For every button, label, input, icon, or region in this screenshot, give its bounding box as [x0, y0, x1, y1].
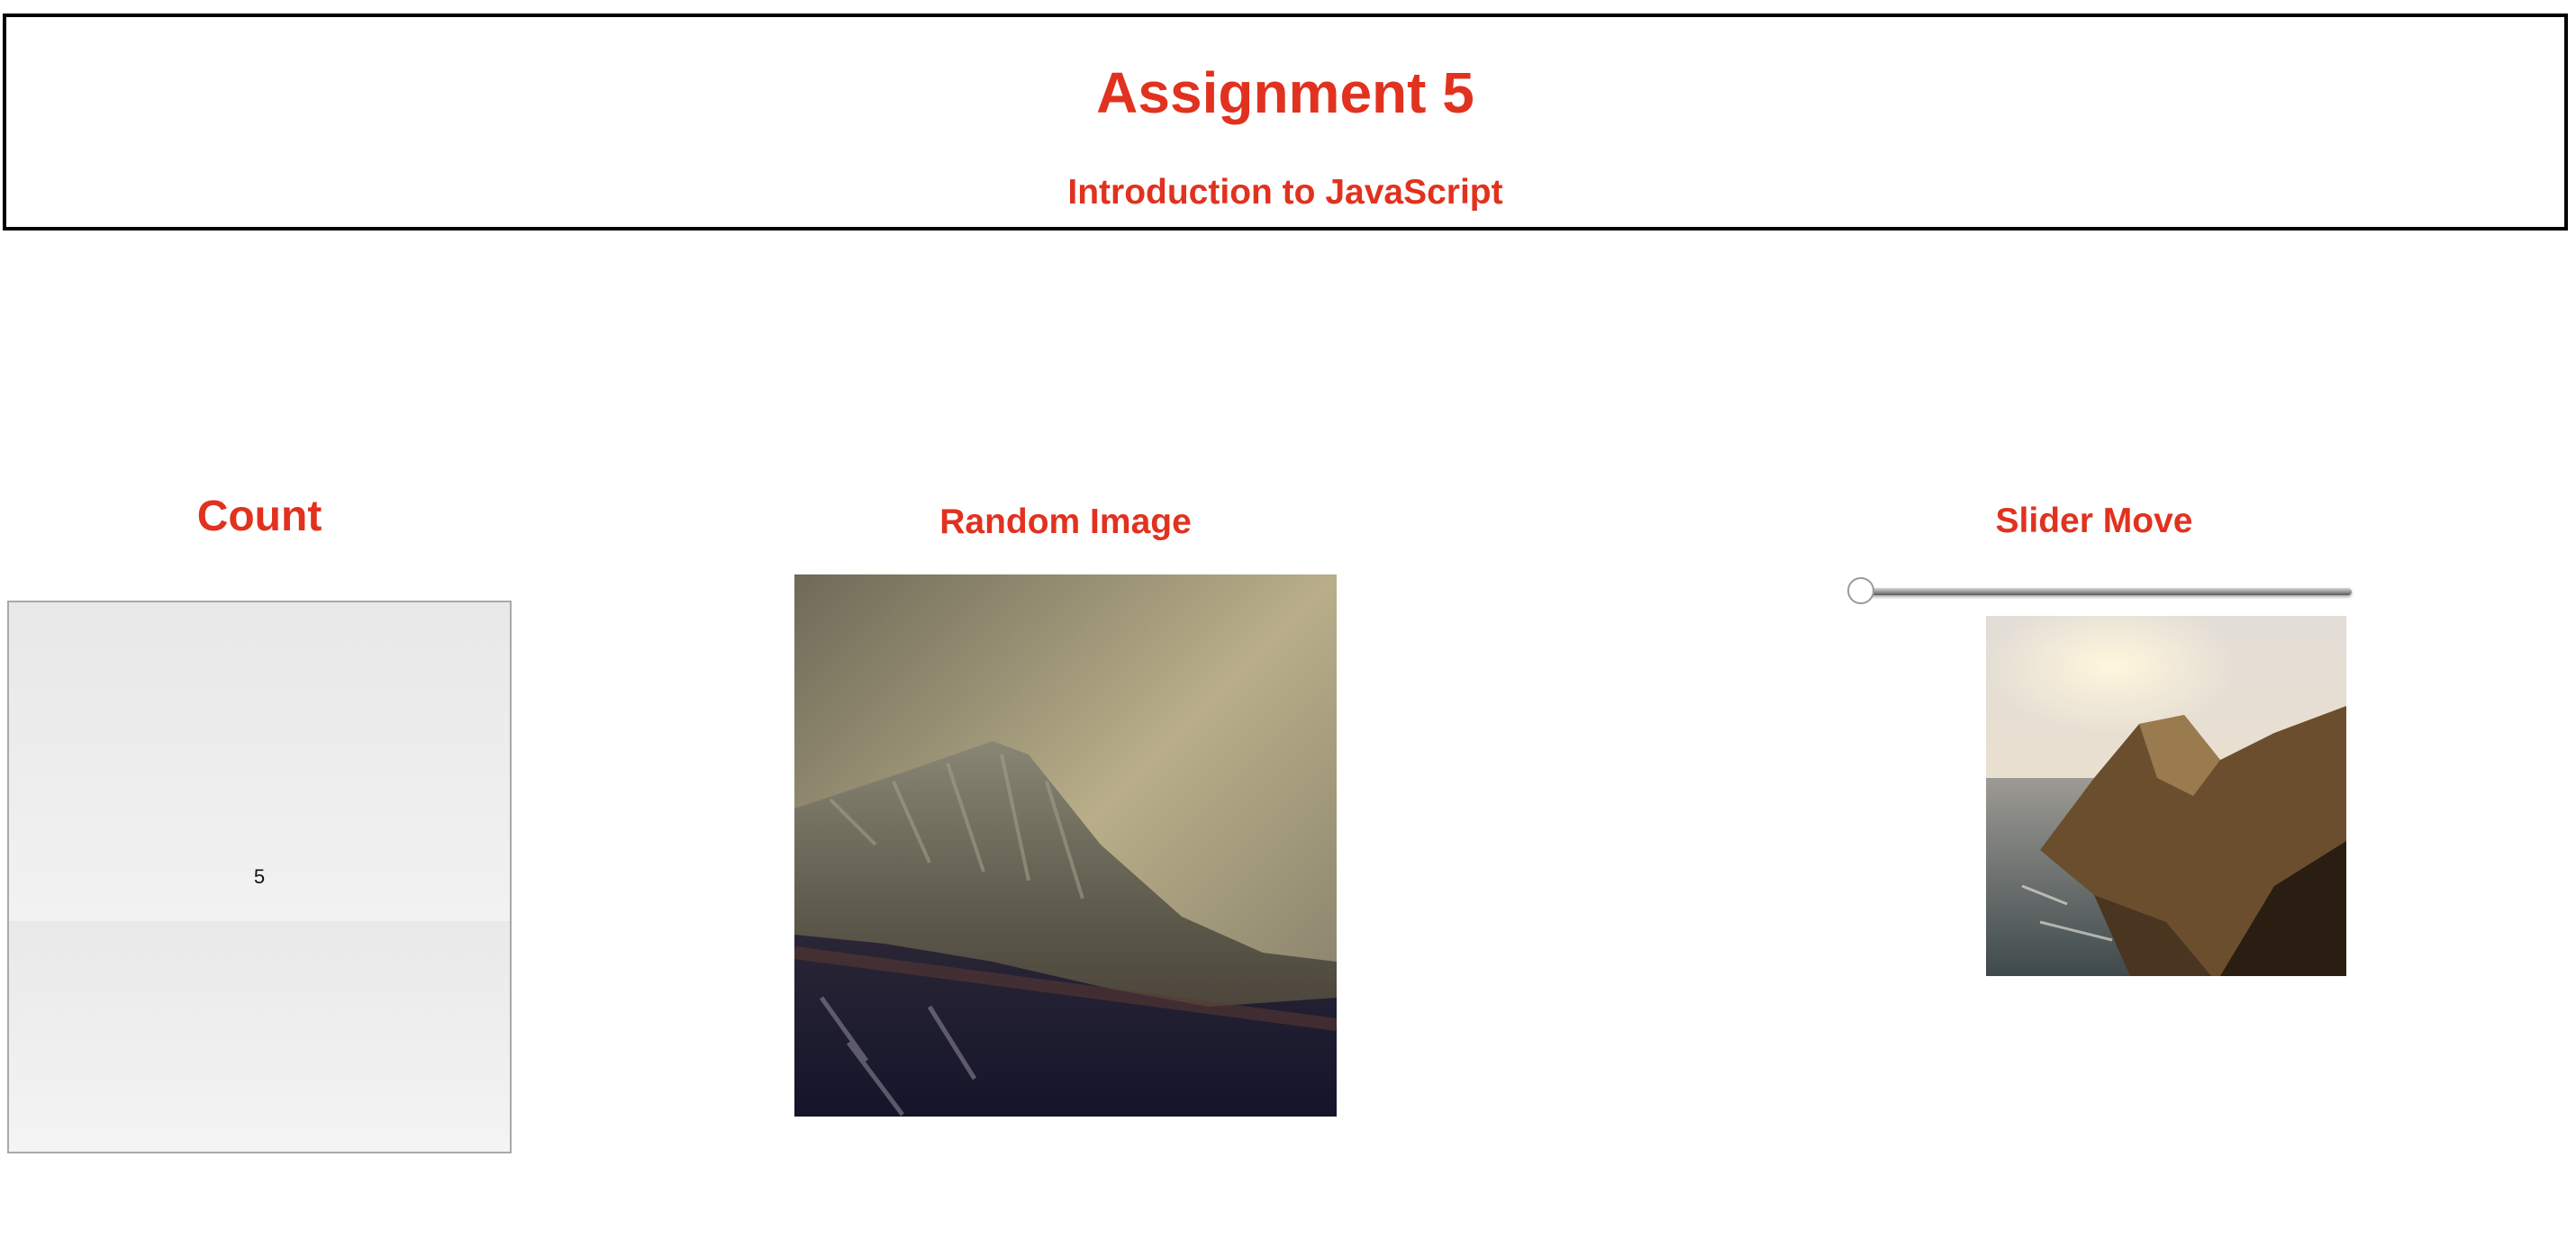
slider-title: Slider Move — [1995, 502, 2193, 540]
count-value: 5 — [253, 865, 266, 888]
slider-thumb[interactable] — [1847, 577, 1874, 604]
slider-image — [1986, 616, 2346, 976]
coast-image — [1986, 616, 2346, 976]
random-image-title: Random Image — [939, 502, 1192, 541]
count-title: Count — [196, 493, 322, 540]
page-title: Assignment 5 — [1096, 60, 1474, 125]
slider-track[interactable] — [1858, 588, 2352, 595]
random-image[interactable] — [794, 574, 1337, 1117]
range-slider[interactable] — [1846, 577, 2352, 604]
page-subtitle: Introduction to JavaScript — [1067, 173, 1503, 212]
count-button[interactable]: 5 — [7, 601, 512, 1153]
mountain-image — [794, 574, 1337, 1117]
page-header: Assignment 5 Introduction to JavaScript — [3, 14, 2568, 231]
